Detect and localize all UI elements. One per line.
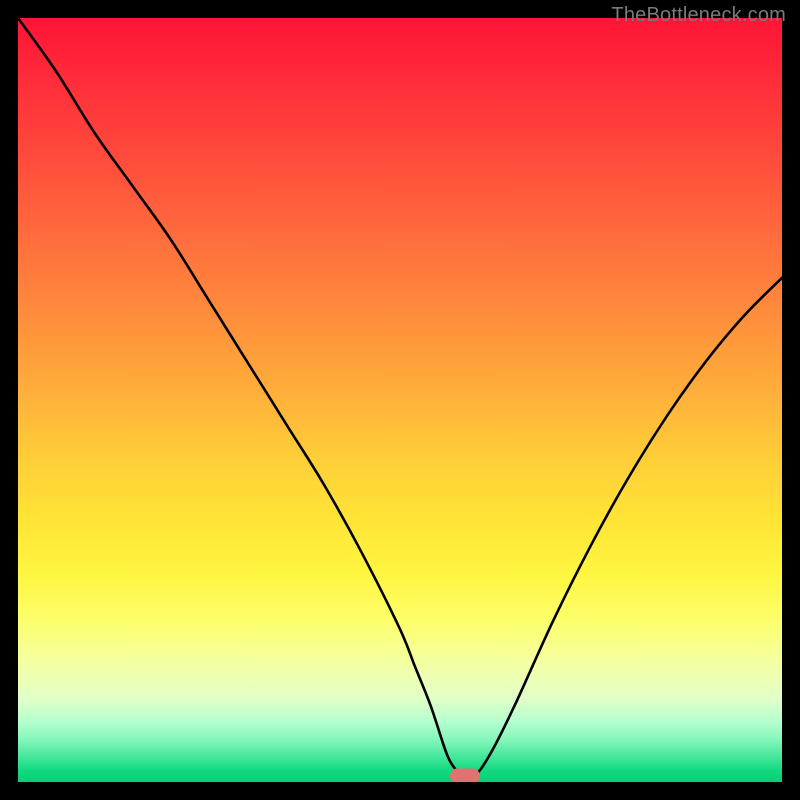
curve-path [18, 18, 782, 776]
bottleneck-curve [18, 18, 782, 782]
watermark-text: TheBottleneck.com [611, 4, 786, 27]
plot-area [18, 18, 782, 782]
optimal-marker [450, 768, 480, 782]
chart-frame: TheBottleneck.com [0, 0, 800, 800]
